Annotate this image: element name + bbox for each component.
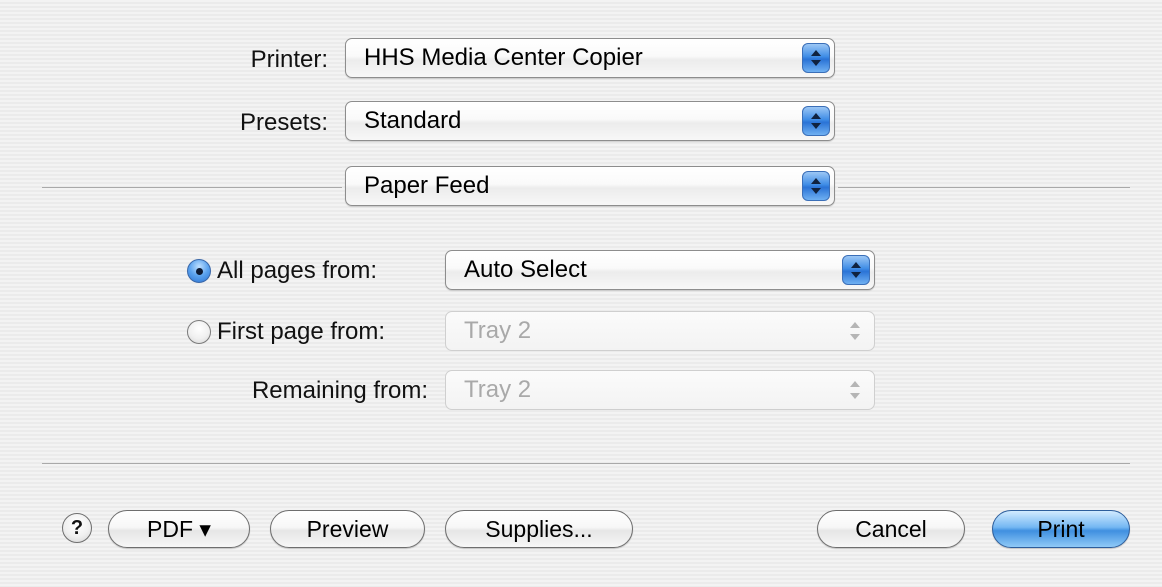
- remaining-popup-value: Tray 2: [464, 376, 532, 403]
- print-dialog: Printer: HHS Media Center Copier Presets…: [0, 0, 1162, 587]
- first-page-label: First page from:: [217, 318, 386, 345]
- panel-popup[interactable]: Paper Feed: [345, 166, 835, 206]
- presets-popup-value: Standard: [364, 107, 462, 134]
- supplies-button[interactable]: Supplies...: [445, 510, 633, 548]
- popup-arrows-icon: [802, 171, 830, 201]
- separator-bottom: [42, 463, 1130, 464]
- all-pages-radio[interactable]: [187, 259, 211, 283]
- first-page-popup-value: Tray 2: [464, 317, 532, 344]
- help-button[interactable]: ?: [62, 513, 92, 543]
- printer-popup[interactable]: HHS Media Center Copier: [345, 38, 835, 78]
- popup-arrows-icon: [842, 375, 870, 405]
- radio-dot-icon: [196, 268, 203, 275]
- pdf-button[interactable]: PDF ▾: [108, 510, 250, 548]
- all-pages-popup-value: Auto Select: [464, 256, 587, 283]
- popup-arrows-icon: [842, 316, 870, 346]
- presets-label: Presets:: [239, 109, 328, 136]
- popup-arrows-icon: [802, 43, 830, 73]
- remaining-label: Remaining from:: [251, 377, 428, 404]
- preview-button[interactable]: Preview: [270, 510, 425, 548]
- cancel-button[interactable]: Cancel: [817, 510, 965, 548]
- popup-arrows-icon: [842, 255, 870, 285]
- separator-right: [838, 187, 1130, 188]
- panel-popup-value: Paper Feed: [364, 172, 490, 199]
- all-pages-label: All pages from:: [217, 257, 378, 284]
- remaining-popup[interactable]: Tray 2: [445, 370, 875, 410]
- all-pages-popup[interactable]: Auto Select: [445, 250, 875, 290]
- first-page-radio[interactable]: [187, 320, 211, 344]
- printer-popup-value: HHS Media Center Copier: [364, 44, 643, 71]
- presets-popup[interactable]: Standard: [345, 101, 835, 141]
- first-page-popup[interactable]: Tray 2: [445, 311, 875, 351]
- popup-arrows-icon: [802, 106, 830, 136]
- separator-left: [42, 187, 342, 188]
- print-button[interactable]: Print: [992, 510, 1130, 548]
- printer-label: Printer:: [250, 46, 328, 73]
